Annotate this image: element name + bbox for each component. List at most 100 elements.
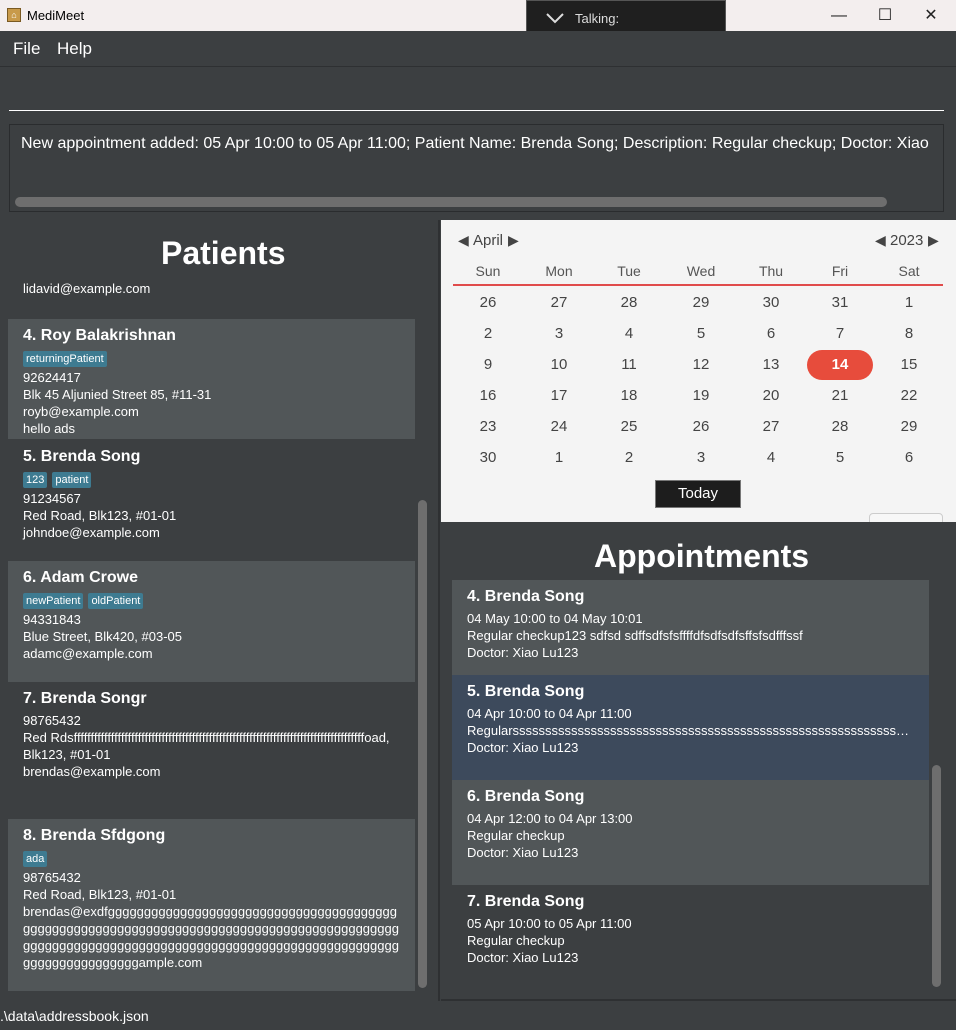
calendar-day[interactable]: 24 [526, 412, 592, 442]
calendar-day[interactable]: 28 [807, 412, 873, 442]
list-item[interactable]: 6. Brenda Song 04 Apr 12:00 to 04 Apr 13… [452, 780, 929, 885]
calendar-day[interactable]: 15 [876, 350, 942, 380]
calendar-day[interactable]: 27 [526, 288, 592, 318]
calendar-day[interactable]: 13 [738, 350, 804, 380]
list-item[interactable]: 8. Brenda Sfdgong ada 98765432 Red Road,… [8, 819, 415, 991]
calendar-day[interactable]: 9 [455, 350, 521, 380]
calendar-day[interactable]: 3 [668, 443, 734, 473]
appointment-description: Regular checkup123 sdfsd sdffsdfsfsffffd… [467, 628, 803, 643]
calendar-day[interactable]: 11 [596, 350, 662, 380]
list-item[interactable]: 7. Brenda Song 05 Apr 10:00 to 05 Apr 11… [452, 885, 929, 990]
tag: returningPatient [23, 351, 107, 367]
prev-year-button[interactable]: ◀ [875, 232, 886, 249]
prev-month-button[interactable]: ◀ [458, 232, 469, 249]
calendar-day[interactable]: 7 [807, 319, 873, 349]
appointment-description: Regularsssssssssssssssssssssssssssssssss… [467, 723, 914, 738]
tag: 123 [23, 472, 48, 488]
calendar-day[interactable]: 1 [526, 443, 592, 473]
list-item[interactable]: 5. Brenda Song 123 patient 91234567 Red R… [8, 440, 415, 561]
patient-email: brendas@exdfgggggggggggggggggggggggggggg… [23, 904, 399, 970]
list-item[interactable]: 4. Brenda Song 04 May 10:00 to 04 May 10… [452, 580, 929, 685]
patient-list[interactable]: lidavid@example.com 4. Roy Balakrishnan … [8, 276, 415, 991]
patient-phone: 91234567 [23, 491, 81, 506]
next-month-button[interactable]: ▶ [508, 232, 519, 249]
patient-name: 4. Roy Balakrishnan [23, 327, 176, 344]
calendar-day[interactable]: 30 [738, 288, 804, 318]
calendar-day[interactable]: 4 [596, 319, 662, 349]
list-item[interactable]: 6. Adam Crowe newPatient oldPatient 94331… [8, 561, 415, 682]
calendar-day[interactable]: 16 [455, 381, 521, 411]
appointments-scrollbar[interactable] [932, 765, 941, 987]
calendar-day[interactable]: 28 [596, 288, 662, 318]
list-item[interactable]: 4. Roy Balakrishnan returningPatient 926… [8, 319, 415, 439]
result-display[interactable]: New appointment added: 05 Apr 10:00 to 0… [9, 124, 944, 212]
calendar-day[interactable]: 12 [668, 350, 734, 380]
list-item[interactable]: lidavid@example.com [8, 276, 415, 318]
tag: ada [23, 851, 48, 867]
menu-help[interactable]: Help [57, 39, 92, 59]
calendar-day[interactable]: 4 [738, 443, 804, 473]
menu-bar: File Help [0, 31, 956, 67]
talking-label: Talking: [575, 11, 620, 26]
calendar-day[interactable]: 6 [876, 443, 942, 473]
calendar-day[interactable]: 21 [807, 381, 873, 411]
today-button[interactable]: Today [655, 480, 741, 508]
calendar-day[interactable]: 5 [807, 443, 873, 473]
appointments-panel: Appointments 4. Brenda Song 04 May 10:00… [441, 522, 956, 1001]
weekday-sat: Sat [898, 263, 920, 279]
calendar-day[interactable]: 26 [455, 288, 521, 318]
patient-email: royb@example.com [23, 404, 139, 419]
chevron-down-icon[interactable] [545, 10, 565, 26]
appointment-list[interactable]: 4. Brenda Song 04 May 10:00 to 04 May 10… [452, 580, 929, 990]
appointment-time: 04 May 10:00 to 04 May 10:01 [467, 611, 643, 626]
calendar-day[interactable]: 5 [668, 319, 734, 349]
calendar-day[interactable]: 2 [455, 319, 521, 349]
patient-note: hello ads [23, 421, 76, 436]
patient-name: 6. Adam Crowe [23, 569, 138, 586]
calendar-day[interactable]: 29 [668, 288, 734, 318]
list-item[interactable]: 7. Brenda Songr 98765432 Red Rdsffffffff… [8, 682, 415, 819]
calendar-day[interactable]: 29 [876, 412, 942, 442]
calendar-day[interactable]: 20 [738, 381, 804, 411]
minimize-button[interactable]: — [816, 0, 862, 31]
patient-email: lidavid@example.com [23, 281, 151, 296]
calendar-day[interactable]: 18 [596, 381, 662, 411]
calendar-day[interactable]: 31 [807, 288, 873, 318]
close-button[interactable]: ✕ [908, 0, 954, 31]
calendar-day[interactable]: 23 [455, 412, 521, 442]
calendar-day[interactable]: 22 [876, 381, 942, 411]
calendar-day-today[interactable]: 14 [807, 350, 873, 380]
calendar-day[interactable]: 19 [668, 381, 734, 411]
menu-file[interactable]: File [13, 39, 40, 59]
calendar-day[interactable]: 8 [876, 319, 942, 349]
tag: oldPatient [88, 593, 144, 609]
calendar-day[interactable]: 26 [668, 412, 734, 442]
status-bar: .\data\addressbook.json [0, 1003, 956, 1030]
patient-email: adamc@example.com [23, 646, 153, 661]
patients-scrollbar[interactable] [418, 500, 427, 988]
appointment-doctor: Doctor: Xiao Lu123 [467, 740, 579, 755]
patient-phone: 92624417 [23, 370, 81, 385]
calendar-day[interactable]: 25 [596, 412, 662, 442]
appointment-time: 05 Apr 10:00 to 05 Apr 11:00 [467, 916, 632, 931]
maximize-button[interactable]: ☐ [862, 0, 908, 31]
year-label: 2023 [890, 232, 924, 249]
calendar-day[interactable]: 10 [526, 350, 592, 380]
calendar-day[interactable]: 3 [526, 319, 592, 349]
horizontal-scrollbar[interactable] [15, 197, 887, 207]
calendar-day[interactable]: 6 [738, 319, 804, 349]
result-text: New appointment added: 05 Apr 10:00 to 0… [21, 135, 929, 152]
tag: newPatient [23, 593, 84, 609]
patients-title: Patients [161, 235, 286, 271]
patient-address: Blk 45 Aljunied Street 85, #11-31 [23, 387, 212, 402]
list-item[interactable]: 5. Brenda Song 04 Apr 10:00 to 04 Apr 11… [452, 675, 929, 780]
calendar-day[interactable]: 17 [526, 381, 592, 411]
next-year-button[interactable]: ▶ [928, 232, 939, 249]
calendar-day[interactable]: 27 [738, 412, 804, 442]
weekday-wed: Wed [686, 263, 716, 279]
command-input[interactable] [9, 77, 944, 111]
calendar-day[interactable]: 30 [455, 443, 521, 473]
tag: patient [52, 472, 92, 488]
calendar-day[interactable]: 2 [596, 443, 662, 473]
calendar-day[interactable]: 1 [876, 288, 942, 318]
